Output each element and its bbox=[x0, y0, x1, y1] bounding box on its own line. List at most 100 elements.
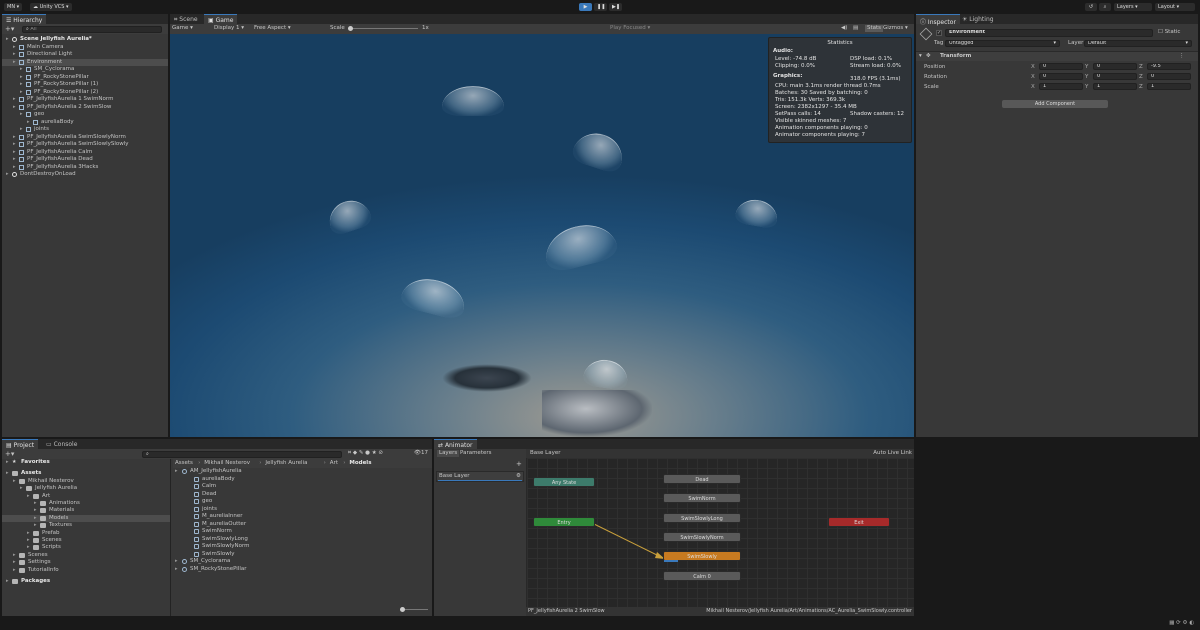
hierarchy-item[interactable]: ▸ PF_JellyfishAurelia Calm bbox=[2, 149, 168, 157]
hierarchy-search-input[interactable]: ⌕ All bbox=[22, 26, 162, 33]
breadcrumb-item[interactable]: Jellyfish Aurelia bbox=[265, 460, 307, 466]
gear-icon[interactable]: ⚙ bbox=[516, 473, 521, 480]
foldout-arrow-icon[interactable]: ▸ bbox=[13, 478, 16, 484]
thumbnail-size-handle[interactable] bbox=[400, 607, 405, 612]
rotation-y-field[interactable]: 0 bbox=[1093, 73, 1137, 80]
project-tree-item[interactable]: ▸ Models bbox=[2, 514, 170, 523]
pause-button[interactable]: ❚❚ bbox=[594, 3, 607, 11]
layout-icon[interactable]: ▤ bbox=[853, 25, 858, 32]
tab-scene[interactable]: ⌗ Scene bbox=[170, 14, 202, 24]
asset-item[interactable]: geo bbox=[173, 498, 432, 506]
layer-item[interactable]: Base Layer ⚙ bbox=[436, 471, 524, 482]
object-name-input[interactable]: Environment bbox=[945, 29, 1153, 37]
asset-item[interactable]: M_aureliaInner bbox=[173, 513, 432, 521]
foldout-arrow-icon[interactable]: ▸ bbox=[13, 96, 16, 102]
hierarchy-item[interactable]: ▸ PF_RockyStonePillar bbox=[2, 74, 168, 82]
step-button[interactable]: ▶❚ bbox=[609, 3, 622, 11]
state-swim-norm[interactable]: SwimNorm bbox=[663, 493, 741, 503]
project-tree-item[interactable]: ▸ Assets bbox=[2, 470, 170, 477]
active-checkbox[interactable]: ✓ bbox=[936, 30, 942, 36]
state-swim-slowly-norm[interactable]: SwimSlowlyNorm bbox=[663, 532, 741, 542]
position-z-field[interactable]: -9.5 bbox=[1147, 63, 1191, 70]
tab-game[interactable]: ▣ Game bbox=[204, 14, 238, 24]
hierarchy-item[interactable]: ▸ Directional Light bbox=[2, 51, 168, 59]
state-exit[interactable]: Exit bbox=[828, 517, 890, 527]
foldout-arrow-icon[interactable]: ▸ bbox=[13, 156, 16, 162]
tag-dropdown[interactable]: Untagged ▾ bbox=[945, 40, 1060, 47]
add-layer-button[interactable]: + bbox=[516, 461, 522, 468]
add-object-button[interactable]: +▾ bbox=[5, 25, 14, 33]
hierarchy-item[interactable]: ▸ Scene Jellyfish Aurelia* bbox=[2, 36, 168, 44]
hierarchy-item[interactable]: ▸ PF_JellyfishAurelia Dead bbox=[2, 156, 168, 164]
rotation-x-field[interactable]: 0 bbox=[1039, 73, 1083, 80]
project-tree-item[interactable]: ▸ Animations bbox=[2, 500, 170, 507]
stats-button[interactable]: Stats bbox=[865, 25, 884, 32]
project-search-input[interactable]: ⌕ bbox=[142, 451, 342, 458]
display-mode-dropdown[interactable]: Game ▾ bbox=[172, 25, 193, 32]
project-tree-item[interactable]: ▸ Prefab bbox=[2, 530, 170, 537]
foldout-arrow-icon[interactable]: ▸ bbox=[20, 111, 23, 117]
audio-mute-icon[interactable]: ◀) bbox=[841, 25, 847, 32]
breadcrumb-item[interactable]: Models bbox=[349, 460, 371, 466]
state-swim-slowly-long[interactable]: SwimSlowlyLong bbox=[663, 513, 741, 523]
foldout-arrow-icon[interactable]: ▸ bbox=[13, 559, 16, 565]
account-button[interactable]: MN ▾ bbox=[4, 3, 23, 11]
scale-y-field[interactable]: 1 bbox=[1093, 83, 1137, 90]
project-tree-item[interactable]: ▸ Art bbox=[2, 493, 170, 500]
layers-dropdown[interactable]: Layers ▾ bbox=[1114, 3, 1152, 11]
foldout-arrow-icon[interactable]: ▸ bbox=[27, 544, 30, 550]
asset-item[interactable]: Calm bbox=[173, 483, 432, 491]
foldout-arrow-icon[interactable]: ▸ bbox=[27, 530, 30, 536]
display-dropdown[interactable]: Display 1 ▾ bbox=[214, 25, 244, 32]
game-viewport[interactable]: Statistics Audio: Level: -74.8 dB Clippi… bbox=[170, 34, 914, 437]
breadcrumb-item[interactable]: Art bbox=[330, 460, 338, 466]
foldout-arrow-icon[interactable]: ▸ bbox=[34, 522, 37, 528]
tab-animator[interactable]: ⇄ Animator bbox=[434, 439, 477, 449]
tab-lighting[interactable]: ☀ Lighting bbox=[958, 14, 998, 24]
history-button[interactable]: ↺ bbox=[1085, 3, 1097, 11]
foldout-arrow-icon[interactable]: ▸ bbox=[13, 134, 16, 140]
asset-item[interactable]: ▸ AM_JellyfishAurelia bbox=[173, 468, 432, 476]
tab-console[interactable]: ▭ Console bbox=[42, 439, 81, 449]
asset-item[interactable]: SwimNorm bbox=[173, 528, 432, 536]
search-button[interactable]: ⌕ bbox=[1099, 3, 1111, 11]
project-tree-item[interactable]: ▸ Mikhail Nesterov bbox=[2, 478, 170, 485]
foldout-arrow-icon[interactable]: ▸ bbox=[6, 470, 9, 476]
asset-item[interactable]: ▸ SM_RockyStonePillar bbox=[173, 566, 432, 574]
layer-dropdown[interactable]: Default ▾ bbox=[1084, 40, 1192, 47]
tab-project[interactable]: ▤ Project bbox=[2, 439, 39, 449]
foldout-arrow-icon[interactable]: ▸ bbox=[13, 59, 16, 65]
foldout-arrow-icon[interactable]: ▸ bbox=[34, 507, 37, 513]
hierarchy-item[interactable]: ▸ Environment bbox=[2, 58, 168, 66]
tab-hierarchy[interactable]: ☰ Hierarchy bbox=[2, 14, 47, 24]
hierarchy-item[interactable]: ▸ PF_RockyStonePillar (1) bbox=[2, 81, 168, 89]
hierarchy-item[interactable]: ▸ PF_JellyfishAurelia 2 SwimSlow bbox=[2, 104, 168, 112]
foldout-arrow-icon[interactable]: ▸ bbox=[6, 578, 9, 584]
transform-menu-icon[interactable]: ⋮ bbox=[1179, 53, 1185, 60]
tab-parameters[interactable]: Parameters bbox=[460, 450, 491, 457]
project-tree-item[interactable]: ▸ Scripts bbox=[2, 544, 170, 551]
hierarchy-item[interactable]: ▸ PF_RockyStonePillar (2) bbox=[2, 89, 168, 97]
foldout-arrow-icon[interactable]: ▸ bbox=[13, 164, 16, 170]
hierarchy-item[interactable]: ▸ aureliaBody bbox=[2, 119, 168, 127]
rotation-z-field[interactable]: 0 bbox=[1147, 73, 1191, 80]
hierarchy-item[interactable]: ▸ PF_JellyfishAurelia SwimSlowlyNorm bbox=[2, 134, 168, 142]
asset-item[interactable]: SwimSlowlyNorm bbox=[173, 543, 432, 551]
project-tree-item[interactable]: ▸ Scenes bbox=[2, 552, 170, 559]
foldout-arrow-icon[interactable]: ▸ bbox=[34, 515, 37, 521]
filter-icons[interactable]: ⌗ ◆ ✎ ● ★ ⊘ bbox=[348, 450, 383, 457]
asset-item[interactable]: M_aureliaOutter bbox=[173, 521, 432, 529]
breadcrumb-item[interactable]: Mikhail Nesterov bbox=[204, 460, 250, 466]
state-entry[interactable]: Entry bbox=[533, 517, 595, 527]
aspect-dropdown[interactable]: Free Aspect ▾ bbox=[254, 25, 291, 32]
tab-inspector[interactable]: ⓘ Inspector bbox=[916, 14, 960, 26]
add-component-button[interactable]: Add Component bbox=[1002, 100, 1108, 108]
project-tree-item[interactable]: ▸ TutorialInfo bbox=[2, 567, 170, 574]
project-tree-item[interactable]: ▸ Packages bbox=[2, 578, 170, 585]
project-tree-item[interactable]: ▸ Scenes bbox=[2, 537, 170, 544]
foldout-arrow-icon[interactable]: ▸ bbox=[13, 104, 16, 110]
foldout-arrow-icon[interactable]: ▸ bbox=[13, 141, 16, 147]
foldout-arrow-icon[interactable]: ▸ bbox=[27, 119, 30, 125]
asset-item[interactable]: joints bbox=[173, 506, 432, 514]
position-x-field[interactable]: 0 bbox=[1039, 63, 1083, 70]
